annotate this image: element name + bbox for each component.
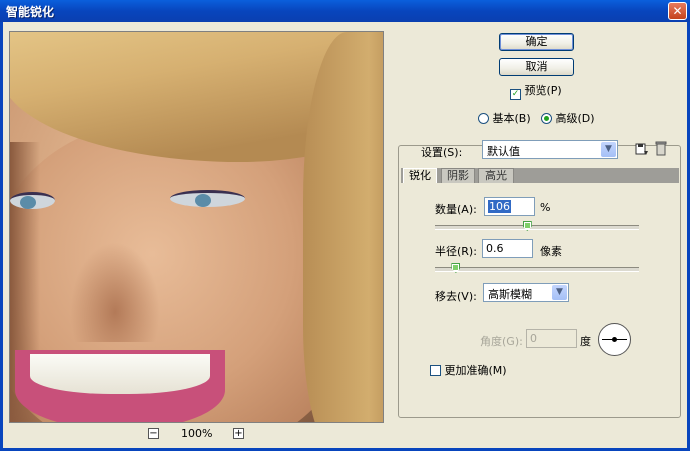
zoom-out-button[interactable]: − bbox=[148, 428, 159, 439]
accurate-checkbox-label: 更加准确(M) bbox=[444, 364, 507, 377]
radius-value: 0.6 bbox=[486, 242, 504, 255]
amount-value: 106 bbox=[488, 200, 511, 213]
amount-input[interactable]: 106 bbox=[484, 197, 535, 216]
ok-button[interactable]: 确定 bbox=[499, 33, 574, 51]
tab-sharpen[interactable]: 锐化 bbox=[403, 168, 437, 183]
preview-image[interactable] bbox=[9, 31, 384, 423]
zoom-in-button[interactable]: + bbox=[233, 428, 244, 439]
preview-checkbox-label: 预览(P) bbox=[524, 84, 562, 97]
radio-advanced-circle[interactable] bbox=[541, 113, 552, 124]
radio-basic[interactable]: 基本(B) bbox=[478, 110, 531, 126]
title-bar: 智能锐化 ✕ bbox=[0, 0, 690, 22]
trash-icon[interactable] bbox=[654, 141, 668, 156]
cancel-button[interactable]: 取消 bbox=[499, 58, 574, 76]
radio-basic-label: 基本(B) bbox=[492, 112, 531, 125]
angle-value: 0 bbox=[530, 332, 537, 345]
chevron-down-icon: ▼ bbox=[552, 285, 567, 300]
preview-right-eye bbox=[170, 190, 245, 207]
save-settings-icon[interactable] bbox=[635, 142, 649, 156]
tab-shadow[interactable]: 阴影 bbox=[441, 168, 475, 183]
zoom-level: 100% bbox=[181, 427, 213, 440]
accurate-checkbox-row[interactable]: 更加准确(M) bbox=[430, 362, 507, 378]
preview-teeth bbox=[30, 354, 210, 394]
remove-select[interactable]: 高斯模糊 ▼ bbox=[483, 283, 569, 302]
amount-label: 数量(A): bbox=[435, 203, 477, 216]
amount-slider[interactable] bbox=[435, 225, 639, 230]
settings-select[interactable]: 默认值 ▼ bbox=[482, 140, 618, 159]
preview-checkbox[interactable]: ✓ bbox=[510, 89, 521, 100]
accurate-checkbox[interactable] bbox=[430, 365, 441, 376]
settings-select-value: 默认值 bbox=[487, 145, 520, 158]
close-button[interactable]: ✕ bbox=[668, 2, 687, 20]
radius-slider[interactable] bbox=[435, 267, 639, 272]
preview-nose bbox=[70, 242, 160, 342]
radius-label: 半径(R): bbox=[435, 245, 477, 258]
window-title: 智能锐化 bbox=[6, 5, 55, 19]
remove-label: 移去(V): bbox=[435, 290, 477, 303]
radio-basic-circle[interactable] bbox=[478, 113, 489, 124]
preview-left-eye bbox=[10, 192, 55, 209]
radio-advanced[interactable]: 高级(D) bbox=[541, 110, 595, 126]
preview-hair-right bbox=[303, 32, 383, 422]
preview-checkbox-row[interactable]: ✓ 预览(P) bbox=[510, 82, 562, 100]
angle-label: 角度(G): bbox=[480, 335, 523, 348]
chevron-down-icon: ▼ bbox=[601, 142, 616, 157]
remove-select-value: 高斯模糊 bbox=[488, 288, 532, 301]
radio-advanced-label: 高级(D) bbox=[555, 112, 595, 125]
tab-highlight[interactable]: 高光 bbox=[478, 168, 514, 183]
radius-unit: 像素 bbox=[540, 245, 562, 258]
radius-input[interactable]: 0.6 bbox=[482, 239, 533, 258]
angle-dial[interactable] bbox=[598, 323, 631, 356]
angle-dial-center bbox=[612, 337, 617, 342]
angle-unit: 度 bbox=[580, 335, 591, 348]
settings-label: 设置(S): bbox=[421, 146, 463, 159]
amount-unit: % bbox=[540, 201, 551, 214]
angle-input[interactable]: 0 bbox=[526, 329, 577, 348]
